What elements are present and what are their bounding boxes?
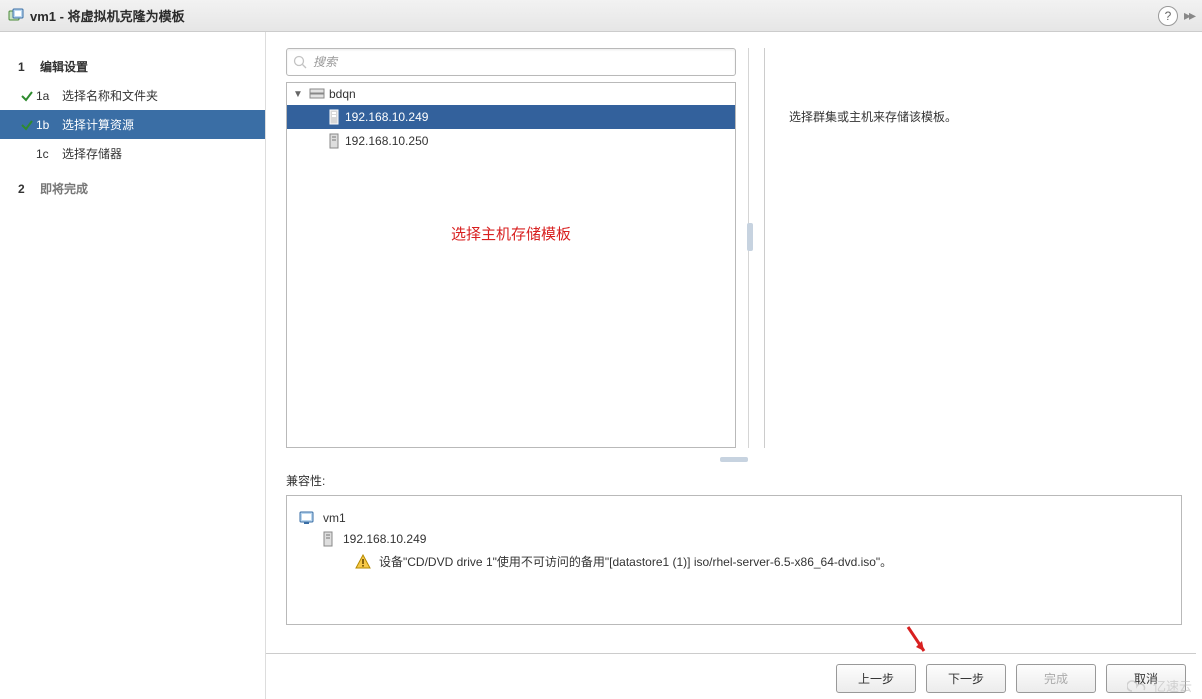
vm-template-icon	[8, 8, 24, 24]
compat-warning-row: 设备"CD/DVD drive 1"使用不可访问的备用"[datastore1 …	[299, 550, 1169, 573]
host-icon	[327, 133, 341, 149]
compatibility-label: 兼容性:	[286, 472, 1182, 489]
warning-icon	[355, 554, 371, 570]
next-button[interactable]: 下一步	[926, 664, 1006, 693]
step-select-storage[interactable]: 1c 选择存储器	[0, 139, 265, 168]
collapse-toggle-icon[interactable]: ▼	[293, 89, 305, 100]
host-icon	[321, 531, 335, 547]
tree-label: bdqn	[329, 87, 356, 101]
expand-arrows-icon[interactable]: ▸▸	[1184, 7, 1194, 24]
watermark: 亿速云	[1127, 676, 1192, 695]
wizard-footer: 上一步 下一步 完成 取消	[266, 653, 1196, 693]
help-button[interactable]: ?	[1158, 6, 1178, 26]
watermark-icon	[1127, 679, 1149, 693]
step-select-name-folder[interactable]: 1a 选择名称和文件夹	[0, 81, 265, 110]
host-icon	[327, 109, 341, 125]
step-select-compute-resource[interactable]: 1b 选择计算资源	[0, 110, 265, 139]
compat-host-row: 192.168.10.249	[299, 528, 1169, 550]
tree-label: 192.168.10.249	[345, 110, 428, 124]
titlebar: vm1 - 将虚拟机克隆为模板 ? ▸▸	[0, 0, 1202, 32]
vm-icon	[299, 511, 315, 525]
compatibility-panel: vm1 192.168.10.249 设备"CD/DVD drive 1"使用不…	[286, 495, 1182, 625]
datacenter-icon	[309, 87, 325, 101]
search-input[interactable]	[307, 52, 729, 72]
check-icon	[18, 118, 36, 132]
tree-label: 192.168.10.250	[345, 134, 428, 148]
window-title: vm1 - 将虚拟机克隆为模板	[30, 6, 185, 25]
step-edit-settings: 1 编辑设置	[0, 52, 265, 81]
finish-button: 完成	[1016, 664, 1096, 693]
tree-host-selected[interactable]: 192.168.10.249	[287, 105, 735, 129]
check-icon	[18, 89, 36, 103]
back-button[interactable]: 上一步	[836, 664, 916, 693]
compat-vm-row: vm1	[299, 508, 1169, 528]
annotation-note: 选择主机存储模板	[287, 223, 735, 244]
resource-tree: ▼ bdqn 192.168.10.249	[286, 82, 736, 448]
search-field[interactable]	[286, 48, 736, 76]
horizontal-splitter[interactable]	[286, 454, 1182, 464]
wizard-sidebar: 1 编辑设置 1a 选择名称和文件夹 1b 选择计算资源 1c 选择存储器 2 …	[0, 32, 266, 699]
vertical-splitter[interactable]	[748, 48, 752, 448]
tree-datacenter[interactable]: ▼ bdqn	[287, 83, 735, 105]
step-ready-to-complete: 2 即将完成	[0, 174, 265, 203]
tree-host[interactable]: 192.168.10.250	[287, 129, 735, 153]
description-panel: 选择群集或主机来存储该模板。	[764, 48, 1182, 448]
search-icon	[293, 55, 307, 69]
